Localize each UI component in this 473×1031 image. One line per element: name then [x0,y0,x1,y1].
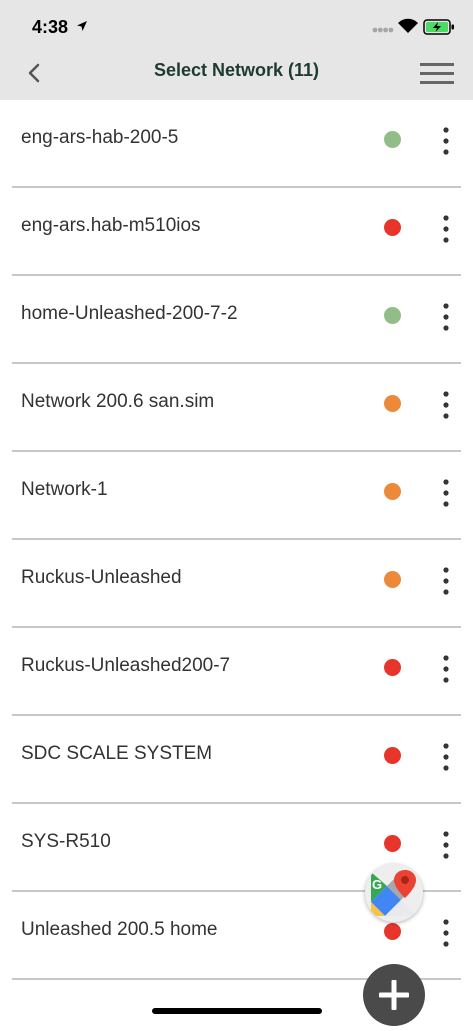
more-vertical-icon[interactable] [436,213,456,245]
status-dot [384,659,401,676]
more-vertical-icon[interactable] [436,301,456,333]
network-row[interactable]: Network-1 [0,452,473,540]
network-name: SDC SCALE SYSTEM [21,743,213,764]
network-list: eng-ars-hab-200-5 eng-ars.hab-m510ios ho… [0,100,473,980]
navigation-header: Select Network (11) [0,46,473,100]
more-vertical-icon[interactable] [436,917,456,949]
add-network-button[interactable] [363,964,425,1026]
svg-text:G: G [372,877,382,892]
status-dot [384,747,401,764]
status-dot [384,571,401,588]
network-name: Ruckus-Unleashed200-7 [21,655,231,676]
hamburger-menu-icon[interactable] [420,62,454,84]
more-vertical-icon[interactable] [436,741,456,773]
network-name: eng-ars.hab-m510ios [21,215,201,236]
status-dot [384,219,401,236]
page-title: Select Network (11) [153,60,320,80]
network-row[interactable]: Network 200.6 san.sim [0,364,473,452]
more-vertical-icon[interactable] [436,829,456,861]
status-bar: 4:38 [0,0,473,46]
location-arrow-icon [77,21,87,31]
network-row[interactable]: Ruckus-Unleashed [0,540,473,628]
network-name: Ruckus-Unleashed [21,567,182,588]
network-row[interactable]: home-Unleashed-200-7-2 [0,276,473,364]
network-name: Network-1 [21,479,108,500]
network-name: home-Unleashed-200-7-2 [21,303,238,324]
network-row[interactable]: SDC SCALE SYSTEM [0,716,473,804]
battery-charging-icon [423,19,454,35]
google-maps-button[interactable]: G [365,864,423,922]
plus-icon [379,980,409,1010]
more-vertical-icon[interactable] [436,477,456,509]
signal-dots-icon [372,27,394,33]
status-dot [384,307,401,324]
more-vertical-icon[interactable] [436,125,456,157]
google-maps-icon: G [371,870,417,916]
status-dot [384,395,401,412]
status-dot [384,835,401,852]
more-vertical-icon[interactable] [436,389,456,421]
network-row[interactable]: eng-ars-hab-200-5 [0,100,473,188]
home-indicator [152,1008,322,1014]
wifi-icon [398,18,418,33]
status-time: 4:38 [32,17,69,37]
network-row[interactable]: eng-ars.hab-m510ios [0,188,473,276]
status-dot [384,923,401,940]
network-name: Unleashed 200.5 home [21,919,218,940]
network-row[interactable]: Ruckus-Unleashed200-7 [0,628,473,716]
network-name: Network 200.6 san.sim [21,391,215,412]
more-vertical-icon[interactable] [436,653,456,685]
network-name: SYS-R510 [21,831,111,852]
network-name: eng-ars-hab-200-5 [21,127,179,148]
status-dot [384,131,401,148]
more-vertical-icon[interactable] [436,565,456,597]
status-dot [384,483,401,500]
